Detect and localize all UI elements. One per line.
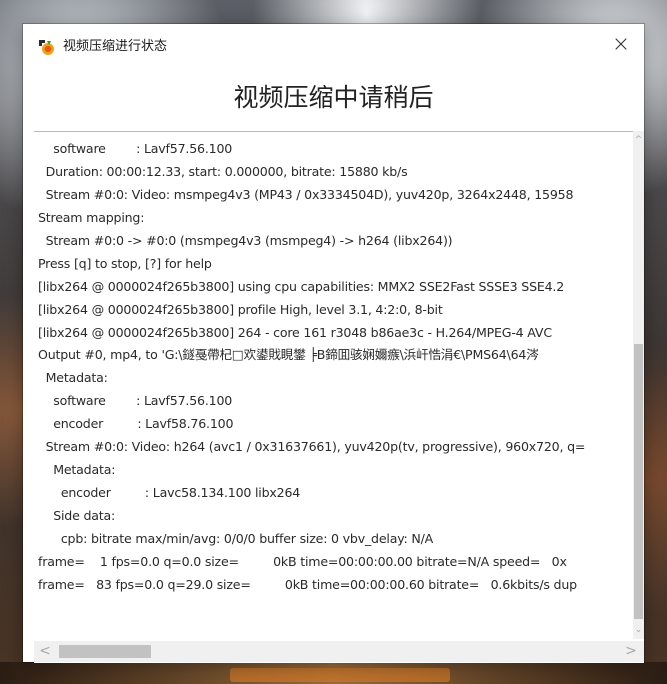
log-line: Metadata: — [38, 462, 116, 478]
vertical-scrollbar[interactable]: ^ ⌄ — [633, 131, 644, 639]
title-bar[interactable]: 视频压缩进行状态 × — [23, 24, 644, 70]
log-line: cpb: bitrate max/min/avg: 0/0/0 buffer s… — [38, 530, 434, 546]
log-output-panel[interactable]: software : Lavf57.56.100 Duration: 00:00… — [34, 131, 644, 663]
log-line: software : Lavf57.56.100 — [38, 393, 233, 409]
chevron-down-icon[interactable]: ⌄ — [633, 623, 644, 637]
chevron-right-icon[interactable]: > — [624, 641, 638, 662]
window-title: 视频压缩进行状态 — [63, 39, 168, 54]
log-line: frame= 83 fps=0.0 q=29.0 size= 0kB time=… — [38, 576, 577, 592]
log-output-text: software : Lavf57.56.100 Duration: 00:00… — [38, 138, 642, 624]
log-line: Metadata: — [38, 370, 108, 386]
close-icon: × — [611, 31, 631, 57]
log-line: Stream #0:0: Video: h264 (avc1 / 0x31637… — [38, 439, 586, 455]
log-line: Press [q] to stop, [?] for help — [38, 255, 212, 271]
log-line: Stream mapping: — [38, 209, 145, 225]
log-line: Duration: 00:00:12.33, start: 0.000000, … — [38, 163, 408, 179]
log-line: [libx264 @ 0000024f265b3800] profile Hig… — [38, 301, 443, 317]
chevron-up-icon[interactable]: ^ — [633, 133, 644, 147]
vertical-scroll-thumb[interactable] — [634, 344, 643, 619]
horizontal-scroll-thumb[interactable] — [59, 645, 151, 658]
chevron-left-icon[interactable]: < — [38, 641, 52, 662]
app-logo-icon — [36, 37, 56, 57]
log-line: Side data: — [38, 508, 116, 523]
background-taskbar-strip — [0, 662, 667, 684]
close-button[interactable]: × — [598, 24, 644, 64]
progress-dialog: 视频压缩进行状态 × 视频压缩中请稍后 software : Lavf57.56… — [23, 24, 644, 663]
log-line: frame= 1 fps=0.0 q=0.0 size= 0kB time=00… — [38, 553, 567, 569]
background-glow — [230, 668, 450, 682]
log-line: Output #0, mp4, to 'G:\鐩戞帶杞□欢鍙戝睍鐢 ╞B鍗囬骇娴… — [38, 347, 539, 363]
log-line: [libx264 @ 0000024f265b3800] using cpu c… — [38, 278, 565, 294]
horizontal-scrollbar[interactable]: < > — [34, 641, 644, 662]
log-line: Stream #0:0 -> #0:0 (msmpeg4v3 (msmpeg4)… — [38, 232, 453, 248]
log-line: Stream #0:0: Video: msmpeg4v3 (MP43 / 0x… — [38, 186, 574, 202]
log-line: [libx264 @ 0000024f265b3800] 264 - core … — [38, 324, 552, 340]
log-line: encoder : Lavc58.134.100 libx264 — [38, 485, 301, 501]
status-heading: 视频压缩中请稍后 — [233, 83, 434, 112]
log-line: software : Lavf57.56.100 — [38, 141, 233, 156]
log-line: encoder : Lavf58.76.100 — [38, 416, 234, 432]
